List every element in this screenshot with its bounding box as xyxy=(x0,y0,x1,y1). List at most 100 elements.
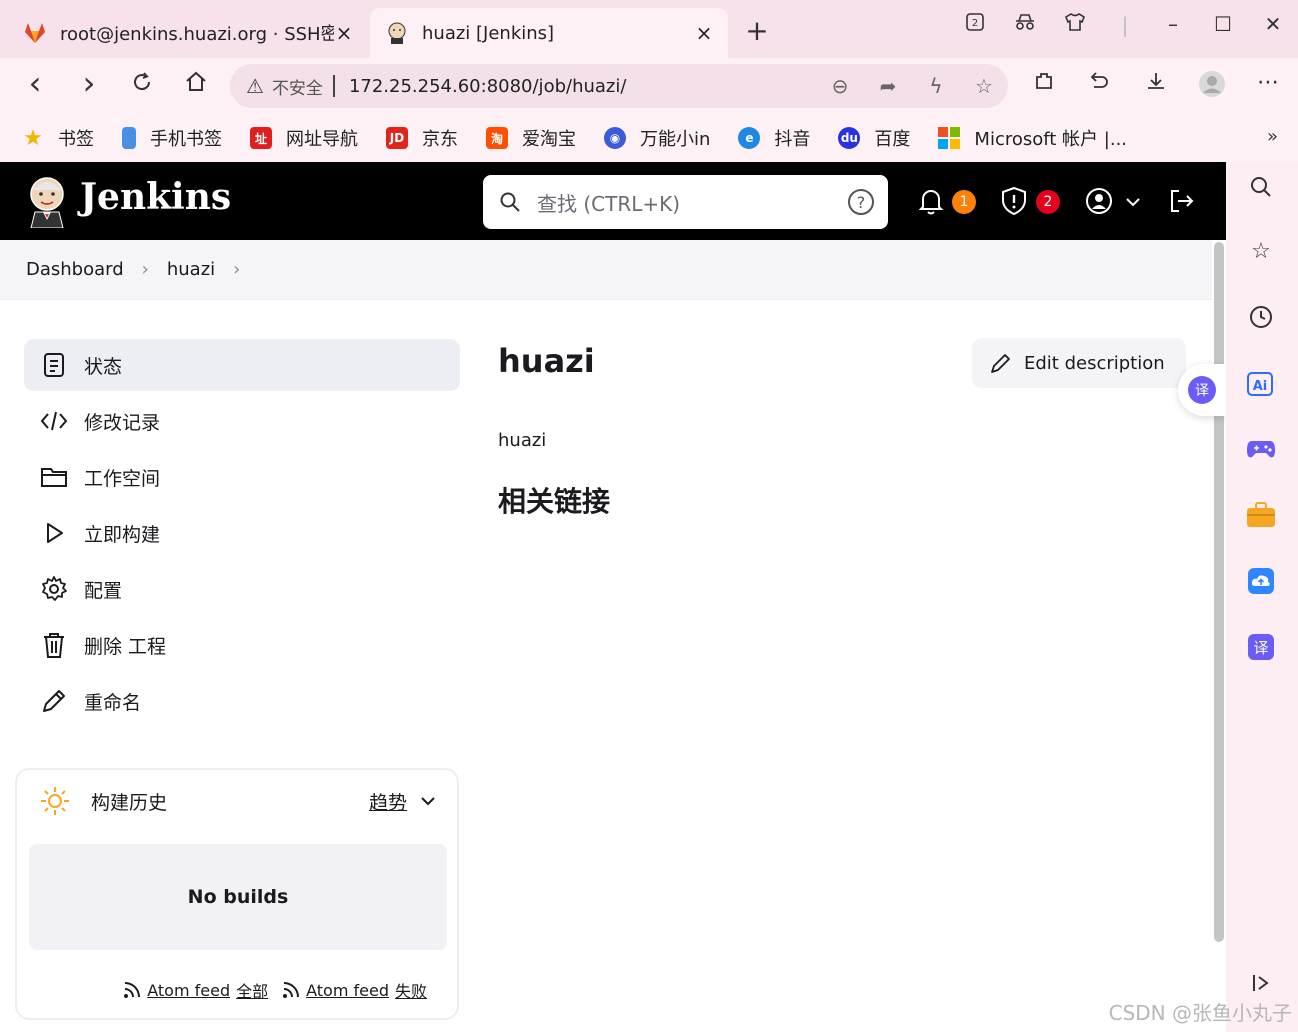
task-configure[interactable]: 配置 xyxy=(24,563,460,615)
edit-description-label: Edit description xyxy=(1024,352,1165,374)
star-icon: ★ xyxy=(23,125,43,151)
baidu-icon: du xyxy=(838,127,861,149)
related-links-heading: 相关链接 xyxy=(498,485,611,518)
task-rename[interactable]: 重命名 xyxy=(24,675,460,727)
cloud-upload-icon[interactable] xyxy=(1244,564,1278,598)
bookmark-item[interactable]: 淘爱淘宝 xyxy=(486,125,576,151)
rss-icon xyxy=(124,982,141,998)
bookmark-item[interactable]: du 百度 xyxy=(838,125,910,151)
bookmark-item[interactable]: ◉ 万能小in xyxy=(604,125,710,151)
task-label: 配置 xyxy=(84,579,123,602)
search-icon[interactable] xyxy=(1244,170,1278,204)
search-input[interactable]: 查找 (CTRL+K) xyxy=(537,188,848,217)
favorites-star-icon[interactable]: ☆ xyxy=(1244,234,1278,268)
atom-feed-all-link[interactable]: Atom feed 全部 xyxy=(123,978,268,1002)
back-button[interactable]: ‹ xyxy=(20,64,50,102)
download-icon[interactable] xyxy=(1128,70,1184,104)
shield-icon[interactable] xyxy=(999,186,1029,216)
task-changes[interactable]: 修改记录 xyxy=(24,395,460,447)
more-menu-icon[interactable]: ⋯ xyxy=(1240,70,1296,104)
maximize-icon[interactable]: ☐ xyxy=(1198,12,1248,36)
browser-extra-controls: 2 | xyxy=(950,12,1150,37)
bookmark-item[interactable]: ★ 书签 xyxy=(22,125,94,151)
forward-button[interactable]: › xyxy=(74,64,104,102)
task-build-now[interactable]: 立即构建 xyxy=(24,507,460,559)
atom-feeds: Atom feed 全部 Atom feed 失败 xyxy=(109,978,427,1002)
atom-feed-failed-link[interactable]: Atom feed 失败 xyxy=(282,978,427,1002)
task-workspace[interactable]: 工作空间 xyxy=(24,451,460,503)
tab-jenkins[interactable]: huazi [Jenkins] × xyxy=(370,8,728,58)
security-badge[interactable]: 2 xyxy=(1036,190,1060,214)
pencil-icon xyxy=(40,687,68,715)
logout-icon[interactable] xyxy=(1166,186,1196,216)
minimize-icon[interactable]: – xyxy=(1148,12,1198,36)
bookmark-item[interactable]: e 抖音 xyxy=(738,125,810,151)
svg-text:Ai: Ai xyxy=(1253,379,1268,394)
task-label: 修改记录 xyxy=(84,411,161,434)
page-viewport: Jenkins 查找 (CTRL+K) ? 1 2 Dashboard › hu… xyxy=(0,162,1226,1032)
scrollbar[interactable] xyxy=(1212,240,1226,1032)
undo-icon[interactable] xyxy=(1072,70,1128,104)
warning-icon[interactable]: ⚠ xyxy=(246,74,264,98)
feed-suffix: 失败 xyxy=(394,982,427,1001)
address-bar[interactable]: ⚠ 不安全 172.25.254.60:8080/job/huazi/ ⊖ ➦ ϟ ☆ xyxy=(230,64,1008,108)
bookmark-item[interactable]: Microsoft 帐户 |... xyxy=(938,125,1127,151)
extensions-icon[interactable] xyxy=(1016,70,1072,104)
chevron-right-icon[interactable]: › xyxy=(142,259,149,280)
task-label: 立即构建 xyxy=(84,523,161,546)
tab-gitlab[interactable]: root@jenkins.huazi.org · SSH密钥 × xyxy=(8,8,368,58)
bell-icon[interactable] xyxy=(916,186,946,216)
chevron-down-icon[interactable] xyxy=(1122,186,1144,216)
home-button[interactable] xyxy=(181,70,211,100)
edit-description-button[interactable]: Edit description xyxy=(972,338,1186,388)
url-text[interactable]: 172.25.254.60:8080/job/huazi/ xyxy=(349,76,816,97)
bookmarks-more-button[interactable]: » xyxy=(1267,126,1278,147)
history-clock-icon[interactable] xyxy=(1244,300,1278,334)
notifications-badge[interactable]: 1 xyxy=(952,190,976,214)
bookmark-item[interactable]: 址网址导航 xyxy=(250,125,358,151)
incognito-icon[interactable] xyxy=(1000,12,1050,37)
zoom-out-icon[interactable]: ⊖ xyxy=(816,74,864,98)
scrollbar-thumb[interactable] xyxy=(1214,242,1224,942)
task-label: 状态 xyxy=(84,355,123,378)
build-history-header: 构建历史 趋势 xyxy=(39,784,437,818)
chevron-right-icon[interactable]: › xyxy=(233,259,240,280)
chevron-down-icon[interactable] xyxy=(419,792,437,810)
divider-icon: | xyxy=(1121,12,1129,37)
profile-avatar-icon[interactable] xyxy=(1184,70,1240,104)
user-icon[interactable] xyxy=(1084,186,1114,216)
translate-icon[interactable]: 译 xyxy=(1244,630,1278,664)
jenkins-brand[interactable]: Jenkins xyxy=(80,176,231,218)
ai-assistant-icon[interactable]: Ai xyxy=(1244,366,1278,400)
tab-count-icon[interactable]: 2 xyxy=(950,12,1000,37)
breadcrumb: Dashboard › huazi › xyxy=(0,240,1212,300)
translate-bubble[interactable]: 译 xyxy=(1178,364,1226,416)
task-label: 工作空间 xyxy=(84,467,161,490)
favorite-star-icon[interactable]: ☆ xyxy=(960,74,1008,98)
insecure-label[interactable]: 不安全 xyxy=(272,74,323,99)
task-delete-project[interactable]: 删除 工程 xyxy=(24,619,460,671)
close-icon[interactable]: × xyxy=(334,21,354,45)
close-icon[interactable]: × xyxy=(694,21,714,45)
gamepad-icon[interactable] xyxy=(1244,432,1278,466)
share-icon[interactable]: ➦ xyxy=(864,74,912,98)
bookmark-label: 百度 xyxy=(874,129,911,150)
feed-suffix: 全部 xyxy=(236,982,269,1001)
bookmark-item[interactable]: JD 京东 xyxy=(386,125,458,151)
breadcrumb-job[interactable]: huazi xyxy=(167,259,215,280)
collapse-panel-icon[interactable] xyxy=(1244,966,1278,1000)
bookmark-item[interactable]: 手机书签 xyxy=(122,125,222,151)
trend-link[interactable]: 趋势 xyxy=(369,788,407,815)
task-status[interactable]: 状态 xyxy=(24,339,460,391)
jenkins-logo-icon[interactable] xyxy=(26,174,68,228)
search-box[interactable]: 查找 (CTRL+K) ? xyxy=(483,175,888,229)
reload-button[interactable] xyxy=(127,70,157,100)
window-close-icon[interactable]: ✕ xyxy=(1248,12,1298,36)
lightning-icon[interactable]: ϟ xyxy=(912,74,960,98)
new-tab-button[interactable]: + xyxy=(742,14,772,47)
shirt-icon[interactable] xyxy=(1050,12,1100,37)
tab-label: huazi [Jenkins] xyxy=(422,22,555,44)
breadcrumb-dashboard[interactable]: Dashboard xyxy=(26,259,124,280)
toolbox-icon[interactable] xyxy=(1244,498,1278,532)
help-icon[interactable]: ? xyxy=(848,189,874,215)
